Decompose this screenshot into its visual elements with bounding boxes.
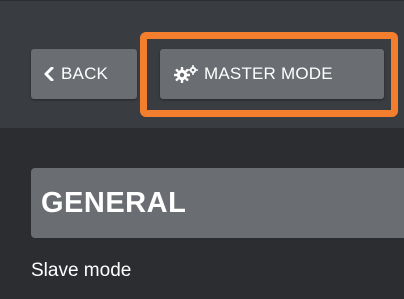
- back-button-label: BACK: [61, 64, 109, 83]
- master-mode-button-label: MASTER MODE: [204, 64, 333, 83]
- master-mode-button[interactable]: MASTER MODE: [160, 49, 384, 99]
- toolbar: BACK MASTER MODE: [0, 0, 404, 128]
- back-button[interactable]: BACK: [31, 49, 137, 99]
- gears-icon: [174, 65, 198, 83]
- chevron-left-icon: [43, 67, 55, 81]
- slave-mode-label: Slave mode: [31, 260, 132, 281]
- section-header-general: GENERAL: [31, 168, 404, 238]
- master-mode-highlight: MASTER MODE: [140, 32, 398, 117]
